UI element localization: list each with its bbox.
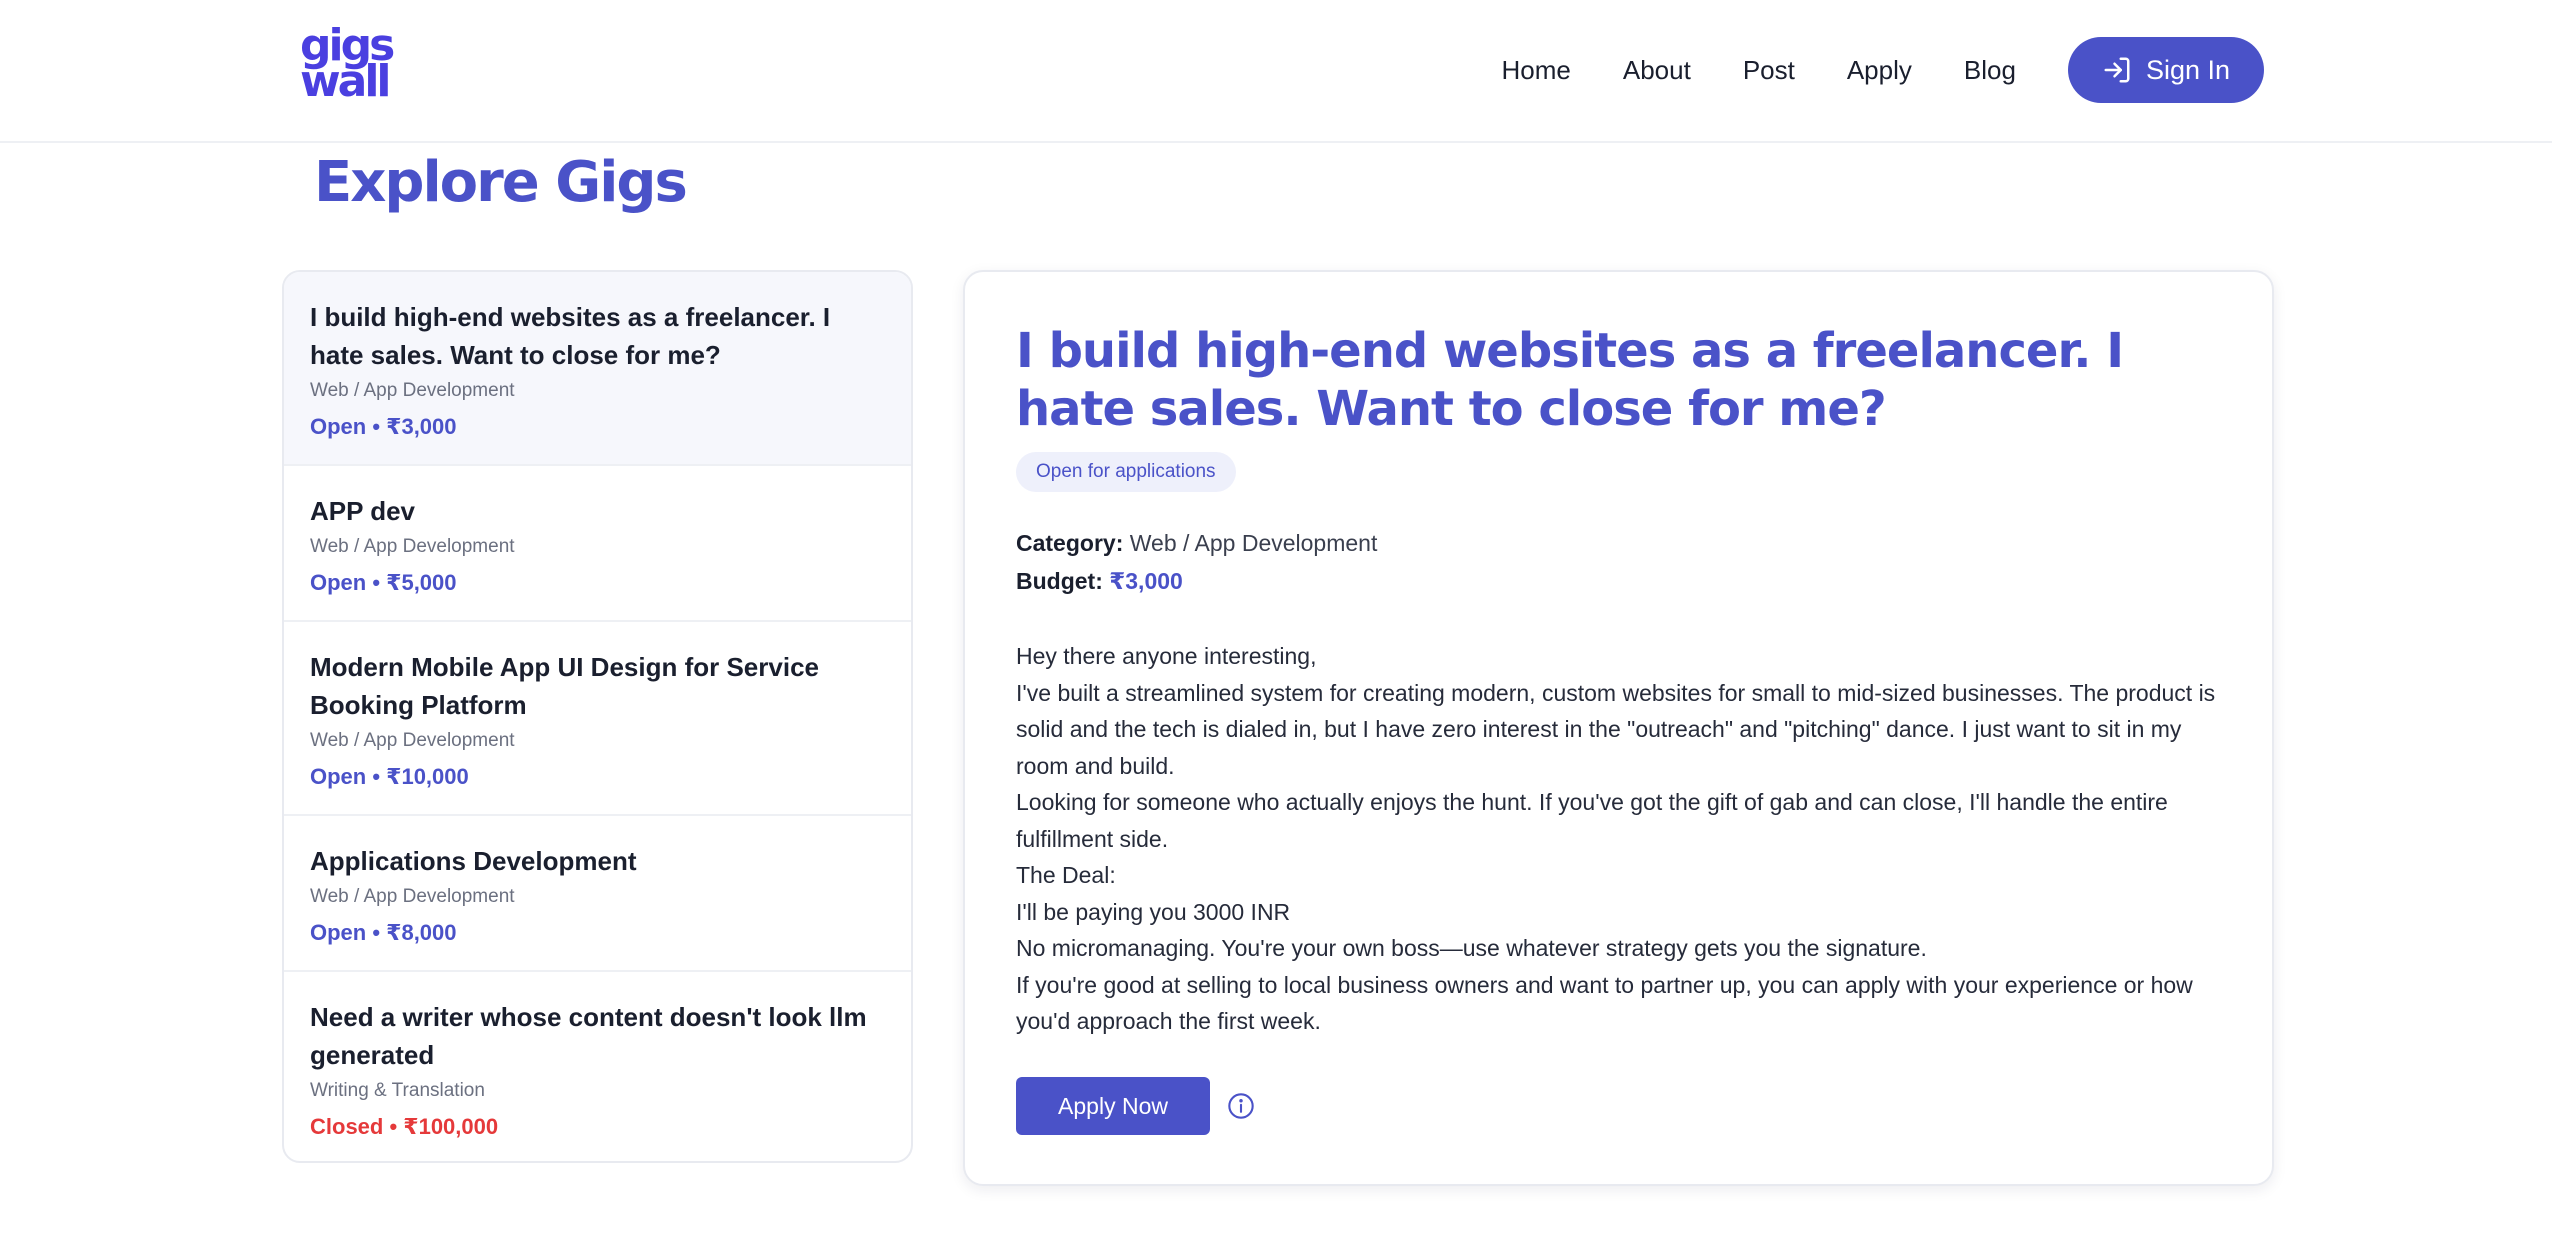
nav-blog[interactable]: Blog	[1964, 55, 2016, 86]
gig-category: Writing & Translation	[310, 1080, 485, 1101]
gig-category: Web / App Development	[310, 730, 515, 751]
gig-detail-title: I build high-end websites as a freelance…	[1016, 323, 2124, 437]
nav-post[interactable]: Post	[1743, 55, 1795, 86]
status-badge: Open for applications	[1016, 452, 1236, 492]
gig-list-item[interactable]: I build high-end websites as a freelance…	[284, 272, 911, 466]
budget-label: Budget:	[1016, 568, 1103, 594]
gig-category-row: Category: Web / App Development	[1016, 530, 1377, 557]
sign-in-button[interactable]: Sign In	[2067, 37, 2264, 103]
gigswall-logo[interactable]: gigs wall	[300, 24, 408, 110]
site-header: gigs wall Home About Post Apply Blog Sig…	[0, 0, 2552, 143]
info-icon[interactable]	[1227, 1092, 1255, 1120]
nav-about[interactable]: About	[1623, 55, 1691, 86]
gig-title: APP dev	[310, 496, 416, 526]
gig-description: Hey there anyone interesting, I've built…	[1016, 638, 2216, 1040]
gig-list-item[interactable]: APP dev Web / App Development Open • ₹5,…	[284, 466, 911, 622]
category-label: Category:	[1016, 530, 1124, 556]
description-line: The Deal:	[1016, 862, 1116, 888]
gig-status: Open • ₹10,000	[310, 764, 469, 789]
main-nav: Home About Post Apply Blog Sign In	[1502, 37, 2264, 103]
description-line: No micromanaging. You're your own boss—u…	[1016, 935, 1927, 961]
description-line: If you're good at selling to local busin…	[1016, 971, 2193, 1035]
gig-list-item[interactable]: Need a writer whose content doesn't look…	[284, 972, 911, 1161]
gig-status: Open • ₹8,000	[310, 920, 457, 945]
description-line: Looking for someone who actually enjoys …	[1016, 789, 2168, 852]
gig-status: Open • ₹5,000	[310, 570, 457, 595]
nav-apply[interactable]: Apply	[1847, 55, 1912, 86]
nav-home[interactable]: Home	[1502, 55, 1571, 86]
gig-list-item[interactable]: Modern Mobile App UI Design for Service …	[284, 622, 911, 816]
category-value: Web / App Development	[1129, 530, 1378, 556]
gig-budget-row: Budget: ₹3,000	[1016, 568, 1183, 595]
gig-list-item[interactable]: Applications Development Web / App Devel…	[284, 816, 911, 972]
gig-category: Web / App Development	[310, 380, 515, 401]
gig-title: Modern Mobile App UI Design for Service …	[310, 652, 819, 720]
gig-title: Need a writer whose content doesn't look…	[310, 1002, 867, 1070]
budget-value: ₹3,000	[1109, 568, 1183, 594]
gig-category: Web / App Development	[310, 886, 515, 907]
page-title: Explore Gigs	[314, 150, 688, 215]
description-line: Hey there anyone interesting,	[1016, 643, 1317, 669]
apply-now-button[interactable]: Apply Now	[1016, 1077, 1210, 1135]
gig-status: Closed • ₹100,000	[310, 1114, 499, 1139]
gig-title: I build high-end websites as a freelance…	[310, 302, 831, 370]
sign-in-label: Sign In	[2145, 54, 2230, 85]
gig-status: Open • ₹3,000	[310, 414, 457, 439]
sign-in-icon	[2104, 57, 2130, 83]
gig-detail-card: I build high-end websites as a freelance…	[963, 270, 2274, 1186]
description-line: I've built a streamlined system for crea…	[1016, 679, 2216, 779]
gig-title: Applications Development	[310, 846, 637, 876]
gig-list: I build high-end websites as a freelance…	[282, 270, 913, 1163]
description-line: I'll be paying you 3000 INR	[1016, 898, 1291, 925]
gig-category: Web / App Development	[310, 536, 515, 557]
